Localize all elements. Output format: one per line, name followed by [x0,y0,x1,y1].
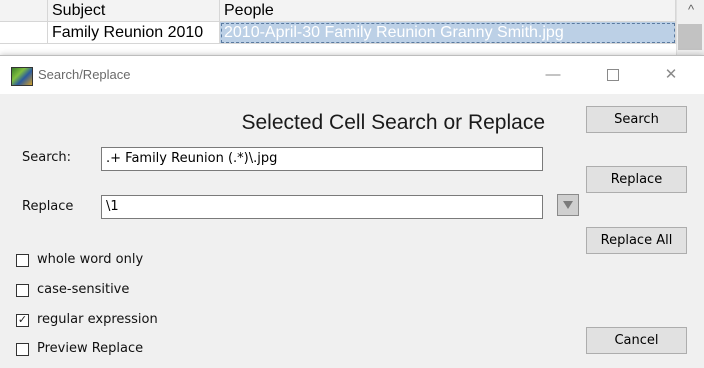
scroll-up-arrow-icon[interactable]: ^ [677,2,704,17]
cell-subject[interactable]: Family Reunion 2010 [48,22,220,44]
column-header-people[interactable]: People [220,0,676,22]
replace-input[interactable]: \1 [101,195,543,219]
dialog-heading: Selected Cell Search or Replace [241,111,546,134]
option-label: whole word only [37,252,144,267]
scroll-thumb[interactable] [678,24,702,50]
checkbox-regular-expression[interactable]: ✓ [16,314,29,327]
replace-history-dropdown[interactable] [557,194,579,216]
option-label: Preview Replace [37,341,144,356]
column-header-subject[interactable]: Subject [48,0,220,22]
search-button[interactable]: Search [586,106,687,133]
cell-people-selected[interactable]: 2010-April-30 Family Reunion Granny Smit… [220,22,676,44]
checkbox-case-sensitive[interactable] [16,284,29,297]
table-row: Family Reunion 2010 2010-April-30 Family… [0,22,676,44]
replace-label: Replace [22,199,74,214]
minimize-button[interactable]: — [530,56,576,94]
checkbox-whole-word[interactable] [16,254,29,267]
cancel-button[interactable]: Cancel [586,327,687,354]
option-label: regular expression [37,312,158,327]
dialog-title: Search/Replace [38,67,131,82]
maximize-icon [607,69,619,82]
replace-button[interactable]: Replace [586,166,687,193]
search-replace-dialog: Search/Replace — ✕ Selected Cell Search … [0,55,704,368]
close-button[interactable]: ✕ [648,56,694,94]
title-bar[interactable]: Search/Replace — ✕ [0,56,704,94]
option-label: case-sensitive [37,282,130,297]
search-label: Search: [22,150,72,165]
replace-all-button[interactable]: Replace All [586,227,687,254]
search-input[interactable]: .+ Family Reunion (.*)\.jpg [101,147,543,171]
row-header-corner [0,0,48,22]
row-header [0,22,48,44]
checkbox-preview-replace[interactable] [16,343,29,356]
app-icon [11,67,33,86]
header-row: Subject People [0,0,676,22]
maximize-button[interactable] [590,56,636,94]
checkmark-icon: ✓ [17,314,28,326]
dropdown-arrow-icon [563,201,573,209]
